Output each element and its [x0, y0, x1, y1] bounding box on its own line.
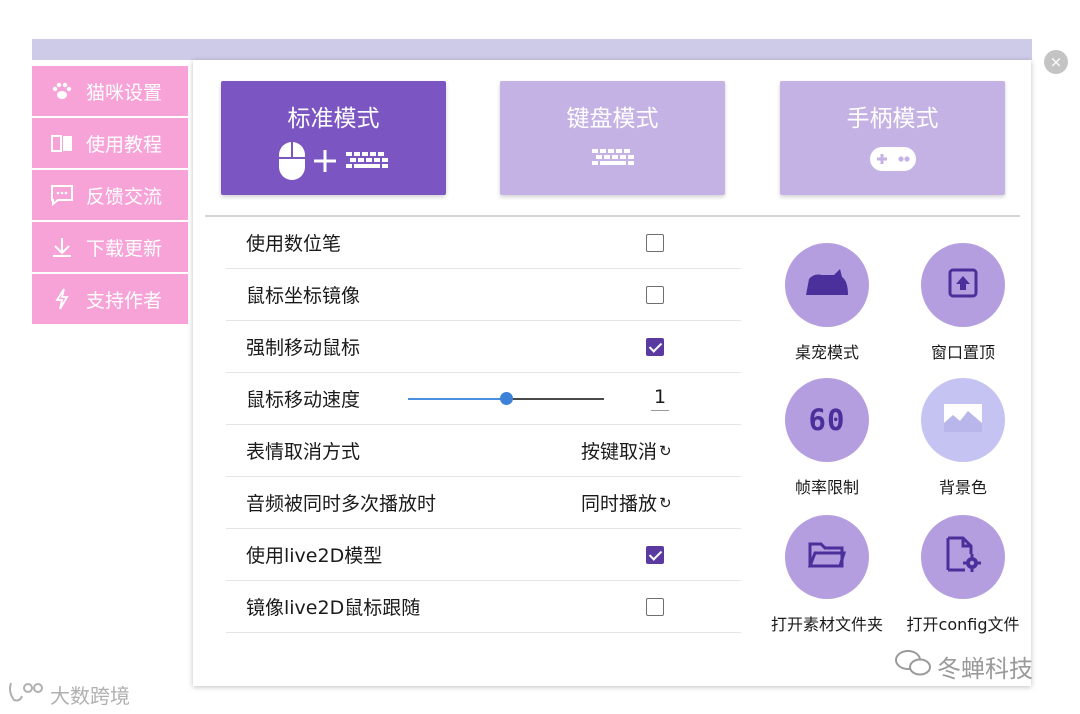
landscape-icon	[943, 403, 983, 437]
wechat-icon	[893, 648, 933, 684]
sidebar-item-cat-settings[interactable]: 猫咪设置	[32, 66, 188, 116]
lightning-icon	[50, 287, 74, 311]
option-value: 按键取消	[581, 441, 658, 463]
settings-panel: 标准模式 键盘模式 手柄模式 使用数位笔 鼠标坐标镜像 强制移动鼠标 鼠标移动速…	[193, 60, 1031, 686]
emote-cancel-toggle[interactable]: 按键取消 ↻	[581, 437, 672, 464]
setting-row-digital-pen: 使用数位笔	[226, 217, 741, 269]
frame-limit-button[interactable]: 60 帧率限制	[762, 378, 892, 498]
action-circle[interactable]: 60	[785, 378, 869, 462]
setting-label: 使用live2D模型	[246, 545, 383, 567]
chat-icon	[50, 183, 74, 207]
plus-icon	[312, 148, 338, 178]
window-top-button[interactable]: 窗口置顶	[898, 243, 1028, 363]
keyboard-icon	[590, 147, 636, 173]
option-value: 同时播放	[581, 493, 658, 515]
download-icon	[50, 235, 74, 259]
setting-row-force-move: 强制移动鼠标	[226, 321, 741, 373]
watermark-right: 冬蝉科技	[893, 648, 1033, 684]
open-assets-folder-button[interactable]: 打开素材文件夹	[762, 515, 892, 635]
force-move-checkbox[interactable]	[646, 337, 664, 356]
action-label: 打开素材文件夹	[770, 615, 883, 634]
sidebar-item-label: 下载更新	[86, 237, 163, 260]
setting-label: 强制移动鼠标	[246, 337, 361, 359]
cat-silhouette-icon	[804, 269, 850, 301]
settings-list: 使用数位笔 鼠标坐标镜像 强制移动鼠标 鼠标移动速度 1 表情取消方式 按键取消…	[226, 217, 741, 633]
brand-logo-icon	[8, 680, 44, 709]
setting-row-emote-cancel: 表情取消方式 按键取消 ↻	[226, 425, 741, 477]
mode-gamepad-button[interactable]: 手柄模式	[780, 81, 1005, 195]
watermark-text: 大数跨境	[50, 684, 130, 708]
mode-label: 标准模式	[287, 106, 380, 132]
setting-row-mouse-mirror: 鼠标坐标镜像	[226, 269, 741, 321]
mouse-icon	[278, 141, 306, 185]
background-color-button[interactable]: 背景色	[898, 378, 1028, 498]
mouse-speed-slider[interactable]	[408, 392, 604, 405]
mode-standard-button[interactable]: 标准模式	[221, 81, 446, 195]
setting-label: 音频被同时多次播放时	[246, 493, 437, 515]
action-circle[interactable]	[785, 515, 869, 599]
pin-top-icon	[947, 267, 979, 303]
sidebar-item-tutorial[interactable]: 使用教程	[32, 118, 188, 168]
mode-label: 手柄模式	[846, 106, 939, 132]
slider-fill	[408, 398, 506, 400]
sidebar-item-support[interactable]: 支持作者	[32, 274, 188, 324]
digital-pen-checkbox[interactable]	[646, 233, 664, 252]
action-label: 打开config文件	[906, 615, 1020, 634]
file-settings-icon	[945, 536, 981, 578]
setting-label: 表情取消方式	[246, 441, 361, 463]
audio-mode-toggle[interactable]: 同时播放 ↻	[581, 489, 672, 516]
sidebar-item-download[interactable]: 下载更新	[32, 222, 188, 272]
setting-row-mirror-live2d: 镜像live2D鼠标跟随	[226, 581, 741, 633]
sidebar-item-feedback[interactable]: 反馈交流	[32, 170, 188, 220]
action-circle[interactable]	[921, 515, 1005, 599]
action-label: 背景色	[938, 478, 987, 497]
folder-icon	[807, 540, 847, 574]
action-label: 帧率限制	[794, 478, 859, 497]
action-circle[interactable]	[921, 243, 1005, 327]
action-label: 窗口置顶	[930, 343, 995, 362]
watermark-text: 冬蝉科技	[937, 654, 1033, 683]
setting-label: 使用数位笔	[246, 233, 342, 255]
sidebar-item-label: 支持作者	[86, 289, 163, 312]
cycle-icon: ↻	[659, 493, 672, 512]
watermark-left: 大数跨境	[8, 680, 130, 709]
sidebar: 猫咪设置 使用教程 反馈交流 下载更新 支持作者	[32, 66, 188, 326]
keyboard-icon	[344, 150, 390, 176]
slider-thumb[interactable]	[500, 392, 513, 405]
paw-icon	[50, 79, 74, 103]
sidebar-item-label: 使用教程	[86, 133, 163, 156]
close-button[interactable]: ×	[1044, 50, 1068, 74]
sidebar-item-label: 猫咪设置	[86, 81, 163, 104]
setting-row-use-live2d: 使用live2D模型	[226, 529, 741, 581]
setting-row-mouse-speed: 鼠标移动速度 1	[226, 373, 741, 425]
fps-60-icon: 60	[808, 403, 846, 437]
setting-label: 镜像live2D鼠标跟随	[246, 597, 421, 619]
pet-mode-button[interactable]: 桌宠模式	[762, 243, 892, 363]
title-bar	[32, 39, 1032, 60]
mouse-mirror-checkbox[interactable]	[646, 285, 664, 304]
action-circle[interactable]	[921, 378, 1005, 462]
open-config-file-button[interactable]: 打开config文件	[898, 515, 1028, 635]
gamepad-icon	[868, 145, 918, 177]
mode-keyboard-button[interactable]: 键盘模式	[500, 81, 725, 195]
cycle-icon: ↻	[659, 441, 672, 460]
book-icon	[50, 131, 74, 155]
sidebar-item-label: 反馈交流	[86, 185, 163, 208]
action-label: 桌宠模式	[794, 343, 859, 362]
setting-row-audio-mode: 音频被同时多次播放时 同时播放 ↻	[226, 477, 741, 529]
action-circle[interactable]	[785, 243, 869, 327]
mirror-live2d-checkbox[interactable]	[646, 597, 664, 616]
setting-label: 鼠标坐标镜像	[246, 285, 361, 307]
mouse-speed-value[interactable]: 1	[651, 386, 670, 411]
use-live2d-checkbox[interactable]	[646, 545, 664, 564]
mode-label: 键盘模式	[566, 106, 659, 132]
setting-label: 鼠标移动速度	[246, 389, 361, 411]
